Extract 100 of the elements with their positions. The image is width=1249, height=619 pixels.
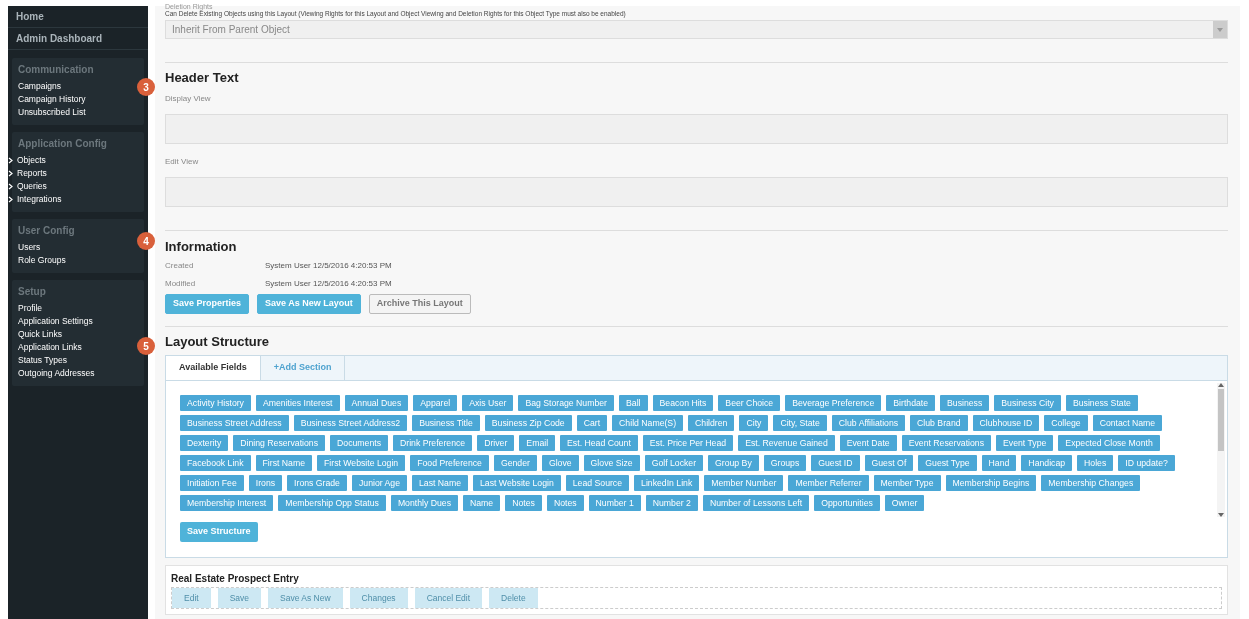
field-chip[interactable]: Glove — [541, 455, 579, 471]
field-chip[interactable]: Gender — [493, 455, 537, 471]
field-chip[interactable]: Apparel — [413, 395, 458, 411]
sidebar-item[interactable]: Application Settings — [18, 315, 93, 328]
field-chip[interactable]: Est. Head Count — [560, 435, 638, 451]
field-chip[interactable]: Event Date — [839, 435, 897, 451]
field-chip[interactable]: City — [739, 415, 769, 431]
field-chip[interactable]: Membership Changes — [1041, 475, 1141, 491]
sidebar-item[interactable]: Application Links — [18, 341, 82, 354]
field-chip[interactable]: Opportunities — [814, 495, 880, 511]
field-chip[interactable]: Est. Revenue Gained — [738, 435, 835, 451]
field-chip[interactable]: Club Affiliations — [831, 415, 906, 431]
field-chip[interactable]: Hand — [981, 455, 1017, 471]
field-chip[interactable]: Member Type — [873, 475, 941, 491]
field-chip[interactable]: City, State — [773, 415, 827, 431]
field-chip[interactable]: ID update? — [1118, 455, 1175, 471]
field-chip[interactable]: Handicap — [1021, 455, 1073, 471]
tab[interactable]: Available Fields — [166, 356, 261, 380]
field-chip[interactable]: Activity History — [180, 395, 251, 411]
sidebar-item[interactable]: Queries — [8, 180, 47, 193]
sidebar-item[interactable]: Reports — [8, 167, 47, 180]
field-chip[interactable]: Annual Dues — [344, 395, 409, 411]
field-chip[interactable]: Membership Interest — [180, 495, 274, 511]
field-chip[interactable]: Est. Price Per Head — [642, 435, 734, 451]
field-chip[interactable]: Membership Begins — [945, 475, 1037, 491]
field-chip[interactable]: Junior Age — [351, 475, 407, 491]
field-chip[interactable]: Beacon Hits — [652, 395, 714, 411]
field-chip[interactable]: Business Street Address2 — [293, 415, 408, 431]
field-chip[interactable]: Initiation Fee — [180, 475, 244, 491]
field-chip[interactable]: LinkedIn Link — [634, 475, 700, 491]
field-chip[interactable]: Member Referrer — [788, 475, 869, 491]
sidebar-item[interactable]: Campaign History — [18, 93, 86, 106]
select-field[interactable]: Inherit From Parent Object — [165, 20, 1228, 39]
field-chip[interactable]: Guest Type — [918, 455, 977, 471]
field-chip[interactable]: College — [1044, 415, 1088, 431]
sidebar-item[interactable]: Outgoing Addresses — [18, 367, 95, 380]
field-chip[interactable]: First Name — [255, 455, 312, 471]
scrollbar[interactable] — [1217, 383, 1225, 517]
field-chip[interactable]: Event Reservations — [901, 435, 992, 451]
field-chip[interactable]: Glove Size — [583, 455, 640, 471]
sidebar-item[interactable]: Status Types — [18, 354, 67, 367]
field-chip[interactable]: Last Name — [412, 475, 469, 491]
field-chip[interactable]: Owner — [884, 495, 925, 511]
field-chip[interactable]: Group By — [708, 455, 759, 471]
field-chip[interactable]: Business State — [1065, 395, 1138, 411]
field-chip[interactable]: Cart — [576, 415, 608, 431]
field-chip[interactable]: Child Name(S) — [612, 415, 684, 431]
field-chip[interactable]: Business Zip Code — [484, 415, 572, 431]
field-chip[interactable]: Ball — [619, 395, 648, 411]
sidebar-item[interactable]: Integrations — [8, 193, 62, 206]
field-chip[interactable]: Name — [463, 495, 501, 511]
text-input-field[interactable] — [165, 177, 1228, 207]
field-chip[interactable]: Business Street Address — [180, 415, 289, 431]
field-chip[interactable]: Last Website Login — [473, 475, 561, 491]
field-chip[interactable]: Food Preference — [410, 455, 489, 471]
field-chip[interactable]: Facebook Link — [180, 455, 251, 471]
field-chip[interactable]: Beverage Preference — [785, 395, 882, 411]
field-chip[interactable]: Business Title — [412, 415, 480, 431]
field-chip[interactable]: Driver — [477, 435, 515, 451]
field-chip[interactable]: Drink Preference — [393, 435, 473, 451]
sidebar-item[interactable]: Quick Links — [18, 328, 62, 341]
field-chip[interactable]: Groups — [763, 455, 807, 471]
sidebar-link[interactable]: Home — [8, 6, 148, 28]
field-chip[interactable]: Golf Locker — [644, 455, 704, 471]
field-chip[interactable]: Contact Name — [1092, 415, 1163, 431]
sidebar-item[interactable]: Campaigns — [18, 80, 61, 93]
field-chip[interactable]: Clubhouse ID — [972, 415, 1040, 431]
action-button[interactable]: Archive This Layout — [368, 294, 471, 314]
field-chip[interactable]: Children — [688, 415, 735, 431]
field-chip[interactable]: Holes — [1077, 455, 1114, 471]
sidebar-link[interactable]: Admin Dashboard — [8, 28, 148, 50]
field-chip[interactable]: Number 2 — [645, 495, 698, 511]
field-chip[interactable]: Guest ID — [811, 455, 860, 471]
field-chip[interactable]: Number 1 — [588, 495, 641, 511]
sidebar-item[interactable]: Role Groups — [18, 254, 66, 267]
field-chip[interactable]: Bag Storage Number — [518, 395, 614, 411]
field-chip[interactable]: Club Brand — [910, 415, 968, 431]
action-button[interactable]: Save Properties — [165, 294, 250, 314]
field-chip[interactable]: Dexterity — [180, 435, 229, 451]
field-chip[interactable]: Business — [940, 395, 990, 411]
text-input-field[interactable] — [165, 114, 1228, 144]
field-chip[interactable]: Expected Close Month — [1058, 435, 1160, 451]
field-chip[interactable]: First Website Login — [317, 455, 406, 471]
field-chip[interactable]: Beer Choice — [718, 395, 781, 411]
field-chip[interactable]: Membership Opp Status — [278, 495, 386, 511]
field-chip[interactable]: Member Number — [704, 475, 784, 491]
field-chip[interactable]: Monthly Dues — [390, 495, 458, 511]
field-chip[interactable]: Notes — [505, 495, 542, 511]
sidebar-item[interactable]: Objects — [8, 154, 46, 167]
field-chip[interactable]: Business City — [994, 395, 1061, 411]
field-chip[interactable]: Lead Source — [565, 475, 630, 491]
action-button[interactable]: Save As New Layout — [257, 294, 361, 314]
field-chip[interactable]: Irons — [248, 475, 283, 491]
field-chip[interactable]: Guest Of — [864, 455, 914, 471]
sidebar-item[interactable]: Profile — [18, 302, 43, 315]
scroll-up-arrow-icon[interactable] — [1218, 383, 1224, 387]
scroll-down-arrow-icon[interactable] — [1218, 513, 1224, 517]
field-chip[interactable]: Number of Lessons Left — [702, 495, 810, 511]
field-chip[interactable]: Event Type — [996, 435, 1054, 451]
field-chip[interactable]: Axis User — [462, 395, 514, 411]
